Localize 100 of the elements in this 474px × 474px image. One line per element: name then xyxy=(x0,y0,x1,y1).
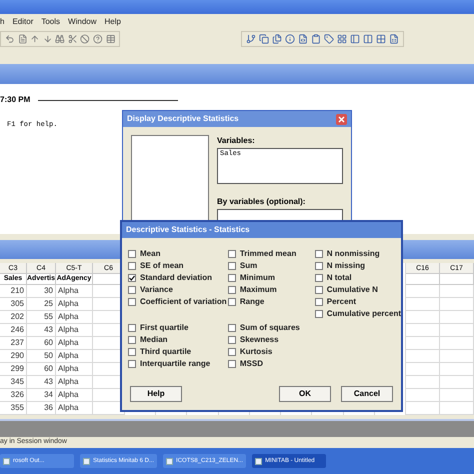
checkbox-label: Percent xyxy=(326,296,356,308)
dialog-button[interactable]: Help xyxy=(130,386,182,402)
table-cell: 36 xyxy=(27,402,56,415)
checkbox-label: Third quartile xyxy=(140,346,192,358)
checkbox[interactable] xyxy=(228,348,236,356)
checkbox[interactable] xyxy=(314,250,323,258)
grid-icon[interactable] xyxy=(337,34,347,44)
table-cell: 210 xyxy=(0,285,27,298)
table-cell: 345 xyxy=(0,376,27,389)
dialog-title: Display Descriptive Statistics xyxy=(127,113,239,125)
branch-icon[interactable] xyxy=(246,34,256,44)
document-icon[interactable] xyxy=(18,34,28,44)
checkbox[interactable] xyxy=(128,348,136,356)
checkbox-label: Sum xyxy=(240,260,258,272)
table-cell: 326 xyxy=(0,389,27,402)
info-icon[interactable] xyxy=(285,34,295,44)
table-cell: Alpha xyxy=(56,298,93,311)
table-cell xyxy=(440,311,474,324)
checkbox[interactable] xyxy=(128,286,136,294)
checkbox-label: Mean xyxy=(140,248,160,260)
checkbox[interactable] xyxy=(228,262,236,270)
table-cell: 50 xyxy=(27,350,56,363)
checkbox[interactable] xyxy=(128,298,136,306)
checkbox[interactable] xyxy=(314,262,323,270)
checkbox[interactable] xyxy=(228,360,236,368)
files-icon[interactable] xyxy=(272,34,282,44)
checkbox[interactable] xyxy=(314,298,323,306)
file-icon[interactable] xyxy=(298,34,308,44)
menu-item[interactable]: Editor xyxy=(12,16,34,28)
table-cell: Alpha xyxy=(56,389,93,402)
spreadsheet-icon[interactable] xyxy=(389,34,399,44)
table-cell xyxy=(440,324,474,337)
dialog-button[interactable]: OK xyxy=(279,386,331,402)
table-cell: 30 xyxy=(27,285,56,298)
table-cell: 202 xyxy=(0,311,27,324)
table-cell xyxy=(440,285,474,298)
checkbox[interactable] xyxy=(128,274,136,282)
menu-item[interactable]: Tools xyxy=(41,16,60,28)
checkbox[interactable] xyxy=(228,324,236,332)
up-arrow-icon[interactable] xyxy=(30,34,40,44)
window-icon xyxy=(83,458,90,464)
checkbox[interactable] xyxy=(314,274,323,282)
column-name xyxy=(406,274,440,285)
prohibited-icon[interactable] xyxy=(80,34,90,44)
table-cell: 55 xyxy=(27,311,56,324)
checkbox-label: Sum of squares xyxy=(240,322,300,334)
undo-icon[interactable] xyxy=(5,34,15,44)
columns-icon[interactable] xyxy=(363,34,373,44)
checkbox-label: Trimmed mean xyxy=(240,248,296,260)
checkbox[interactable] xyxy=(228,250,236,258)
table-cell xyxy=(440,376,474,389)
table-icon[interactable] xyxy=(106,34,116,44)
checkbox-label: N nonmissing xyxy=(326,248,380,260)
field-label: By variables (optional): xyxy=(217,196,306,208)
binoculars-icon[interactable] xyxy=(55,34,65,44)
table-cell: 43 xyxy=(27,376,56,389)
checkbox-label: Minimum xyxy=(240,272,275,284)
table-cell: 237 xyxy=(0,337,27,350)
close-icon[interactable] xyxy=(336,114,347,124)
scissors-icon[interactable] xyxy=(68,34,78,44)
checkbox[interactable] xyxy=(228,274,236,282)
checkbox[interactable] xyxy=(314,310,323,318)
panel-icon[interactable] xyxy=(350,34,360,44)
table-cell: Alpha xyxy=(56,337,93,350)
table-cell: 34 xyxy=(27,389,56,402)
session-timestamp: 7:30 PM xyxy=(0,94,30,106)
checkbox-label: Range xyxy=(240,296,264,308)
checkbox[interactable] xyxy=(228,298,236,306)
table-cell: Alpha xyxy=(56,350,93,363)
checkbox-label: N total xyxy=(326,272,352,284)
table-cell xyxy=(440,337,474,350)
checkbox-label: First quartile xyxy=(140,322,188,334)
checkbox[interactable] xyxy=(128,336,136,344)
table-cell xyxy=(440,298,474,311)
copy-icon[interactable] xyxy=(259,34,269,44)
dialog-button[interactable]: Cancel xyxy=(341,386,393,402)
checkbox[interactable] xyxy=(128,324,136,332)
menu-item[interactable]: Help xyxy=(104,16,121,28)
clipboard-icon[interactable] xyxy=(311,34,321,44)
checkbox[interactable] xyxy=(128,262,136,270)
checkbox[interactable] xyxy=(314,286,323,294)
table-cell: Alpha xyxy=(56,324,93,337)
tag-icon[interactable] xyxy=(324,34,334,44)
checkbox[interactable] xyxy=(228,336,236,344)
menu-item[interactable]: Window xyxy=(68,16,96,28)
down-arrow-icon[interactable] xyxy=(42,34,52,44)
table-cell: 43 xyxy=(27,324,56,337)
table-cell: 305 xyxy=(0,298,27,311)
checkbox[interactable] xyxy=(228,286,236,294)
table-cell xyxy=(440,363,474,376)
table-cell: Alpha xyxy=(56,402,93,415)
checkbox-label: Maximum xyxy=(240,284,277,296)
table-icon[interactable] xyxy=(376,34,386,44)
table-cell: Alpha xyxy=(56,363,93,376)
menu-item[interactable]: h xyxy=(0,16,4,28)
table-cell xyxy=(440,350,474,363)
help-icon[interactable] xyxy=(92,34,102,44)
table-cell xyxy=(440,389,474,402)
checkbox[interactable] xyxy=(128,360,136,368)
checkbox[interactable] xyxy=(128,250,136,258)
